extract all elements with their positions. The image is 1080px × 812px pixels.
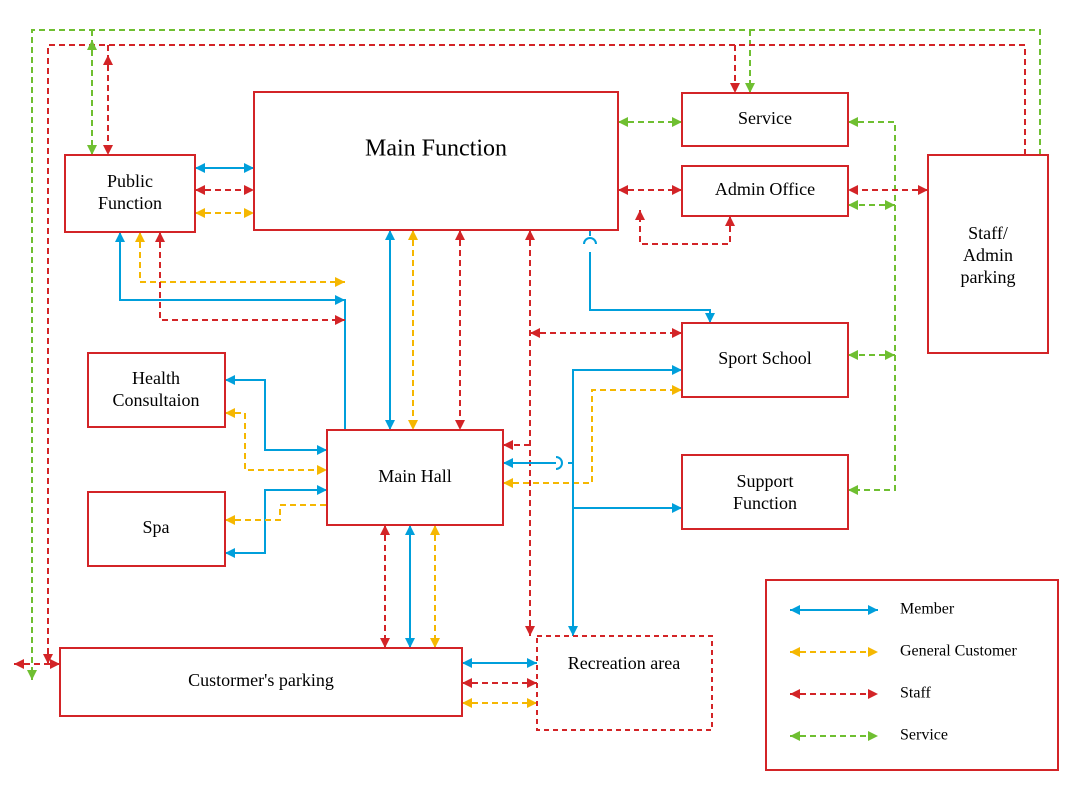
label-spa: Spa: [143, 517, 170, 537]
legend-label-service: Service: [900, 727, 948, 744]
edge-custpark-recreation-blue: [462, 658, 537, 668]
edge-public-main-yellow: [195, 208, 254, 218]
edge-health-mainhall-blue: [225, 375, 327, 455]
label-health-1: Health: [132, 368, 180, 388]
edge-mainfunc-mainhall-blue: [385, 230, 395, 430]
edge-mainhall-custpark-red: [380, 525, 390, 648]
label-support-function-1: Support: [736, 471, 793, 491]
label-staff-parking-2: Admin: [963, 245, 1013, 265]
label-public-function-1: Public: [107, 171, 153, 191]
label-health-2: Consultaion: [112, 390, 199, 410]
edge-service-staffpark-green: [848, 117, 895, 495]
label-customers-parking: Custormer's parking: [188, 670, 334, 690]
edge-custpark-recreation-red: [462, 678, 537, 688]
node-main-hall: Main Hall: [327, 430, 503, 525]
node-staff-parking: Staff/ Admin parking: [928, 155, 1048, 353]
legend-label-general-customer: General Customer: [900, 643, 1018, 660]
edge-public-main-red: [195, 185, 254, 195]
edge-main-admin-red: [618, 185, 682, 195]
edge-public-to-top-green: [87, 30, 97, 155]
edge-top-to-service-red: [730, 45, 740, 93]
edge-top-to-service-green: [745, 30, 755, 93]
node-recreation-area: Recreation area: [537, 636, 712, 730]
label-sport-school: Sport School: [718, 348, 812, 368]
label-support-function-2: Function: [733, 493, 797, 513]
edge-mainhall-support-blue: [573, 463, 682, 513]
label-main-hall: Main Hall: [378, 466, 452, 486]
edge-public-to-top-red: [103, 45, 113, 155]
node-customers-parking: Custormer's parking: [60, 648, 462, 716]
edge-health-mainhall-yellow: [225, 408, 327, 475]
edge-mid-red-sportschool: [530, 328, 682, 338]
edge-bottomleft-stub-red: [14, 659, 60, 669]
node-health-consultation: Health Consultaion: [88, 353, 225, 427]
label-admin-office: Admin Office: [715, 179, 815, 199]
node-spa: Spa: [88, 492, 225, 566]
edge-staffpark-admin-red: [848, 185, 928, 195]
legend-label-staff: Staff: [900, 685, 931, 702]
edge-mid-red-mainhall: [503, 440, 530, 450]
label-staff-parking-1: Staff/: [968, 223, 1008, 243]
edge-mainfunc-mainhall-red: [455, 230, 465, 430]
edge-mainhall-custpark-blue: [405, 525, 415, 648]
edge-public-main-blue: [195, 163, 254, 173]
edge-riser-admin-green: [848, 200, 895, 210]
label-public-function-2: Function: [98, 193, 162, 213]
legend-box: Member General Customer Staff Service: [766, 580, 1058, 770]
edge-main-service-green: [618, 117, 682, 127]
edge-mainfunc-mainhall-yellow: [408, 230, 418, 430]
edge-mainhall-custpark-yellow: [430, 525, 440, 648]
label-main-function: Main Function: [365, 136, 507, 162]
legend-label-member: Member: [900, 601, 955, 618]
edge-spa-mainhall-blue: [225, 485, 327, 558]
label-service: Service: [738, 108, 792, 128]
edge-pf-mainhall-red: [155, 232, 345, 325]
node-main-function: Main Function: [254, 92, 618, 230]
edge-mainfunc-down-red: [525, 230, 535, 636]
edge-spa-mainhall-yellow: [225, 505, 327, 525]
edge-pf-mainhall-yellow: [135, 232, 345, 287]
label-staff-parking-3: parking: [961, 267, 1016, 287]
label-recreation-area: Recreation area: [568, 653, 680, 673]
node-service: Service: [682, 93, 848, 146]
node-admin-office: Admin Office: [682, 166, 848, 216]
node-sport-school: Sport School: [682, 323, 848, 397]
edge-custpark-recreation-yellow: [462, 698, 537, 708]
node-support-function: Support Function: [682, 455, 848, 529]
node-public-function: Public Function: [65, 155, 195, 232]
edge-support-recreation-blue: [568, 508, 578, 636]
edge-riser-sportschool-green: [848, 350, 895, 360]
diagram-canvas: Main Function Public Function Service Ad…: [0, 0, 1080, 812]
